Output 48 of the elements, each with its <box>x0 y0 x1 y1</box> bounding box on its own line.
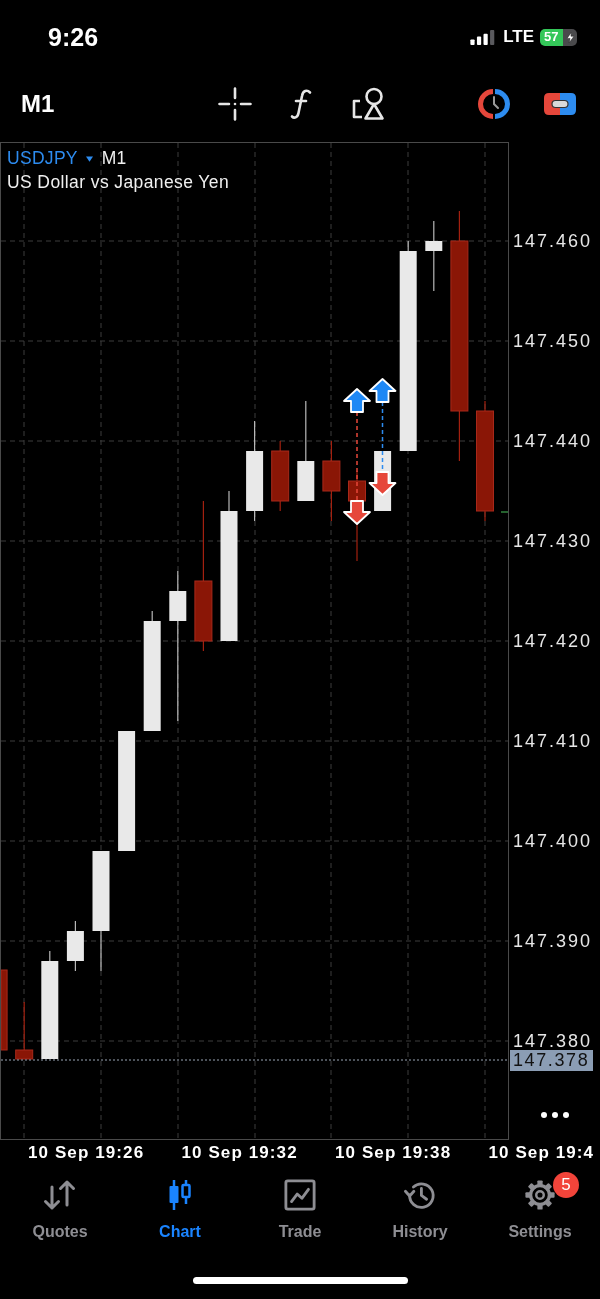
up-arrow-icon <box>343 388 371 413</box>
price-axis-label: 147.400 <box>513 831 593 851</box>
battery-percent: 57 <box>544 30 559 44</box>
price-axis-label: 147.390 <box>513 931 593 951</box>
candlestick <box>425 220 443 292</box>
shapes-icon[interactable] <box>351 87 386 121</box>
function-icon[interactable] <box>290 88 313 120</box>
time-axis-label: 10 Sep 19:26 <box>28 1143 145 1162</box>
down-arrow-icon <box>368 471 397 496</box>
price-axis-label: 147.430 <box>513 531 593 551</box>
up-arrow-icon <box>368 378 397 403</box>
symbol-description: US Dollar vs Japanese Yen <box>7 172 230 193</box>
price-axis-label: 147.380 <box>513 1031 593 1051</box>
time-axis-label: 10 Sep 19:32 <box>181 1143 298 1162</box>
switch-icon[interactable] <box>544 93 577 115</box>
down-arrow-icon <box>343 500 371 525</box>
price-axis-label: 147.420 <box>513 631 593 651</box>
candlestick-icon <box>168 1179 192 1211</box>
candlestick <box>66 920 84 972</box>
current-price-label: 147.378 <box>510 1050 593 1071</box>
time-axis-label: 10 Sep 19:4 <box>488 1143 595 1162</box>
price-axis-label: 147.460 <box>513 231 593 251</box>
settings-icon <box>524 1179 556 1211</box>
notification-badge: 5 <box>553 1172 579 1198</box>
tab-bar-item[interactable]: Chart <box>120 1166 240 1266</box>
symbol-selector[interactable]: USDJPY <box>7 148 78 169</box>
tab-bar-item[interactable]: Trade <box>240 1166 360 1266</box>
more-icon[interactable] <box>541 1112 569 1118</box>
charging-bolt-icon <box>567 31 574 43</box>
network-type: LTE <box>503 27 534 47</box>
candlestick <box>271 440 290 512</box>
candlestick <box>15 1001 34 1060</box>
time-axis-label: 10 Sep 19:38 <box>335 1143 452 1162</box>
timeframe-label: M1 <box>101 148 127 169</box>
price-tick-mark <box>500 511 508 513</box>
tab-bar-item[interactable]: History <box>360 1166 480 1266</box>
history-icon <box>403 1179 437 1211</box>
line-chart-icon <box>284 1179 316 1211</box>
timeframe-button[interactable]: M1 <box>21 91 55 117</box>
caret-icon[interactable] <box>85 155 93 162</box>
clock-icon[interactable] <box>478 88 511 120</box>
status-time: 9:26 <box>48 22 99 52</box>
up-down-arrows-icon <box>42 1179 78 1211</box>
price-axis-label: 147.450 <box>513 331 593 351</box>
crosshair-icon[interactable] <box>218 87 253 121</box>
price-axis-label: 147.410 <box>513 731 593 751</box>
tab-bar-item[interactable]: Quotes <box>0 1166 120 1266</box>
price-axis-label: 147.440 <box>513 431 593 451</box>
